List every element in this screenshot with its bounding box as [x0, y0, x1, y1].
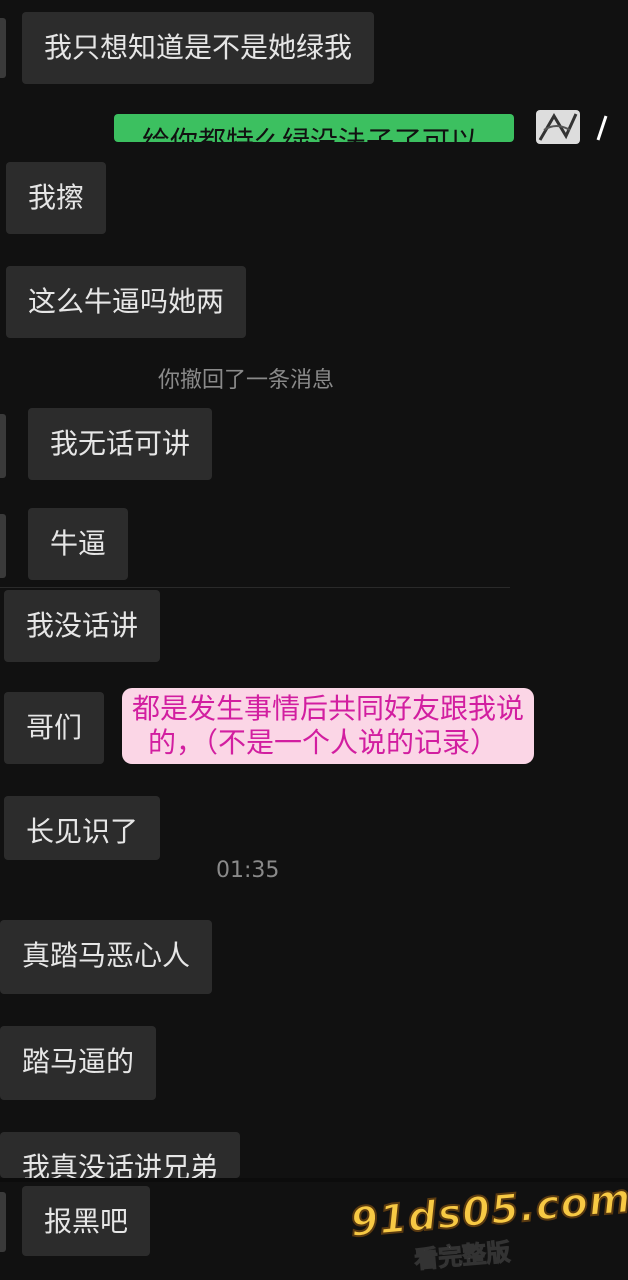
timestamp: 01:35	[216, 858, 280, 883]
message-bubble[interactable]: 我无话可讲	[28, 408, 213, 480]
message-bubble[interactable]: 我真没话讲兄弟	[0, 1132, 241, 1178]
message-bubble[interactable]: 我没话讲	[4, 590, 161, 662]
divider	[0, 1178, 628, 1182]
avatar[interactable]	[596, 112, 608, 142]
avatar-image-icon	[538, 113, 578, 141]
annotation-line: 都是发生事情后共同好友跟我说	[132, 692, 525, 725]
message-bubble[interactable]: 真踏马恶心人	[0, 920, 213, 994]
divider	[0, 587, 510, 588]
watermark-subtitle: 看完整版	[413, 1237, 512, 1275]
message-bubble[interactable]: 长见识了	[4, 796, 161, 860]
avatar[interactable]	[0, 414, 6, 478]
message-bubble[interactable]: 这么牛逼吗她两	[6, 266, 247, 338]
avatar[interactable]	[0, 514, 6, 578]
recalled-message-notice: 你撤回了一条消息	[158, 368, 335, 393]
annotation-line: 的，（不是一个人说的记录）	[148, 726, 499, 759]
message-bubble[interactable]: 报黑吧	[22, 1186, 151, 1256]
message-bubble[interactable]: 踏马逼的	[0, 1026, 157, 1100]
message-bubble[interactable]: 哥们	[4, 692, 105, 764]
message-bubble[interactable]: 我只想知道是不是她绿我	[22, 12, 375, 84]
avatar[interactable]	[0, 18, 6, 78]
avatar-image-icon	[596, 115, 608, 141]
avatar[interactable]	[0, 1192, 6, 1252]
message-bubble[interactable]: 我擦	[6, 162, 107, 234]
outgoing-message-bubble[interactable]: 给你都特么绿没法子了可以	[114, 114, 514, 142]
avatar[interactable]	[536, 110, 580, 144]
annotation-note: 都是发生事情后共同好友跟我说 的，（不是一个人说的记录）	[122, 688, 535, 764]
message-bubble[interactable]: 牛逼	[28, 508, 129, 580]
